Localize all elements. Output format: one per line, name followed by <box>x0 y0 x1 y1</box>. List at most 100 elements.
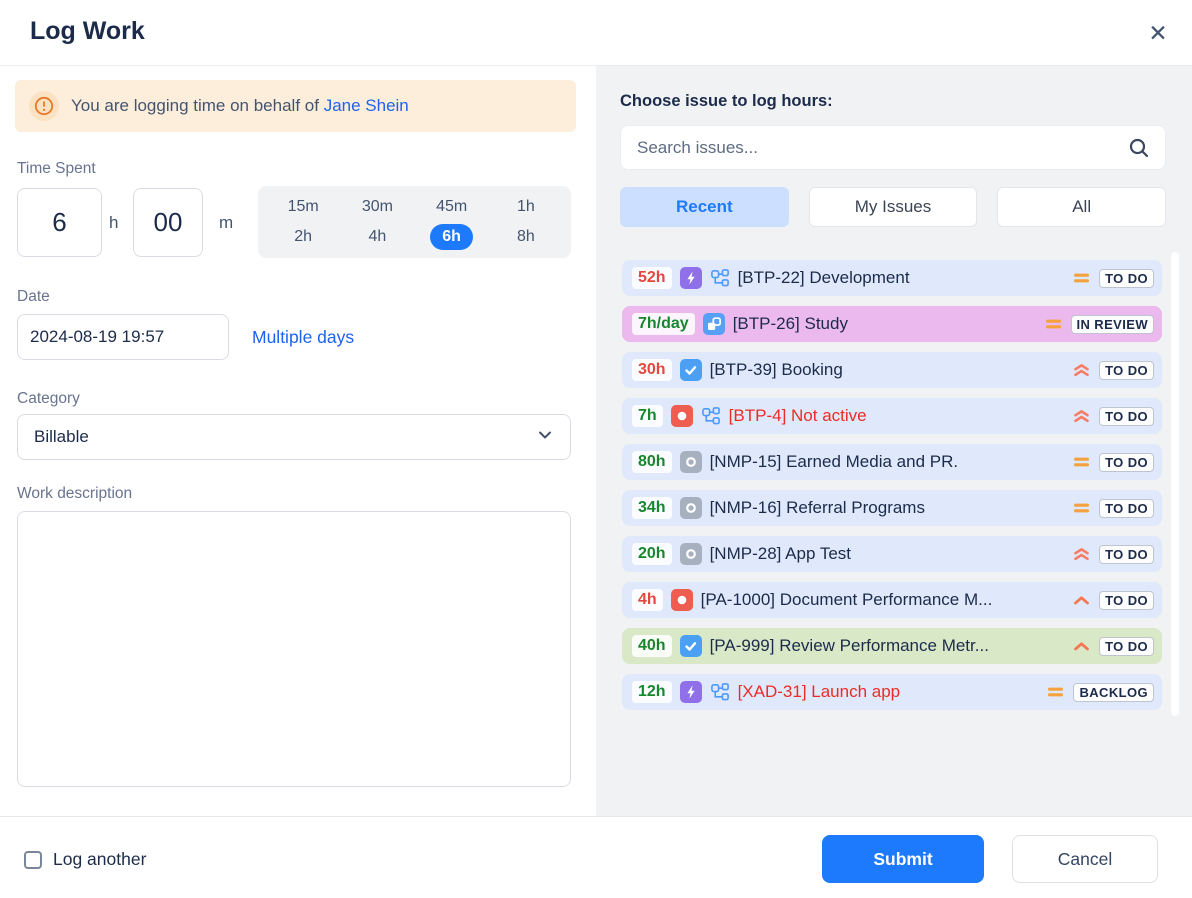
search-input[interactable] <box>620 125 1166 170</box>
warning-icon <box>29 91 59 121</box>
multiple-days-link[interactable]: Multiple days <box>252 327 354 348</box>
issue-title: [BTP-26] Study <box>733 314 1036 334</box>
epic-type-icon <box>680 681 702 703</box>
priority-high-icon <box>1072 637 1091 655</box>
tab-my-issues[interactable]: My Issues <box>809 187 978 227</box>
logged-hours-badge: 52h <box>632 267 672 289</box>
work-description-input[interactable] <box>17 511 571 787</box>
log-another-toggle[interactable]: Log another <box>24 849 146 870</box>
logged-hours-badge: 7h <box>632 405 663 427</box>
submit-button[interactable]: Submit <box>822 835 984 883</box>
issue-list: 52h [BTP-22] Development TO DO 7h/day [BTP-2… <box>622 260 1162 710</box>
priority-highest-icon <box>1072 361 1091 379</box>
logged-hours-badge: 20h <box>632 543 672 565</box>
issue-row[interactable]: 34h[NMP-16] Referral ProgramsTO DO <box>622 490 1162 526</box>
logged-hours-badge: 80h <box>632 451 672 473</box>
cancel-button[interactable]: Cancel <box>1012 835 1158 883</box>
log-another-label: Log another <box>53 849 146 870</box>
status-badge: IN REVIEW <box>1071 315 1155 334</box>
issue-row[interactable]: 40h [PA-999] Review Performance Metr... TO… <box>622 628 1162 664</box>
priority-highest-icon <box>1072 407 1091 425</box>
priority-medium-icon <box>1044 315 1063 333</box>
issue-picker-panel: Choose issue to log hours: Recent My Issu… <box>596 66 1192 816</box>
date-label: Date <box>17 288 50 306</box>
page-title: Log Work <box>30 17 145 46</box>
category-select[interactable]: Billable <box>17 414 571 460</box>
issue-row[interactable]: 30h[BTP-39] BookingTO DO <box>622 352 1162 388</box>
generic-type-icon <box>680 451 702 473</box>
status-badge: TO DO <box>1099 591 1154 610</box>
logged-hours-badge: 34h <box>632 497 672 519</box>
preset-15m[interactable]: 15m <box>276 194 331 220</box>
logged-hours-badge: 4h <box>632 589 663 611</box>
status-badge: TO DO <box>1099 361 1154 380</box>
time-spent-label: Time Spent <box>17 160 96 178</box>
issue-row[interactable]: 4h[PA-1000] Document Performance M...TO … <box>622 582 1162 618</box>
issue-row[interactable]: 52h [BTP-22] Development TO DO <box>622 260 1162 296</box>
scrollbar[interactable] <box>1171 252 1179 716</box>
copy-type-icon <box>703 313 725 335</box>
behalf-user-link[interactable]: Jane Shein <box>324 96 409 115</box>
close-button[interactable]: ✕ <box>1144 19 1172 47</box>
preset-4h[interactable]: 4h <box>356 224 398 250</box>
log-form-panel: You are logging time on behalf of Jane S… <box>0 66 596 816</box>
preset-6h[interactable]: 6h <box>430 224 473 250</box>
status-badge: BACKLOG <box>1073 683 1154 702</box>
choose-issue-heading: Choose issue to log hours: <box>620 92 833 111</box>
issue-title: [BTP-39] Booking <box>710 360 1064 380</box>
time-presets: 15m 30m 45m 1h 2h 4h 6h 8h <box>258 186 571 258</box>
issue-title: [NMP-28] App Test <box>710 544 1064 564</box>
status-badge: TO DO <box>1099 637 1154 656</box>
priority-highest-icon <box>1072 545 1091 563</box>
status-badge: TO DO <box>1099 407 1154 426</box>
date-input[interactable] <box>17 314 229 360</box>
logged-hours-badge: 12h <box>632 681 672 703</box>
status-badge: TO DO <box>1099 269 1154 288</box>
hours-unit-label: h <box>109 213 118 233</box>
search-icon[interactable] <box>1126 135 1152 166</box>
generic-type-icon <box>680 497 702 519</box>
issue-title: [BTP-22] Development <box>738 268 1064 288</box>
behalf-warning-banner: You are logging time on behalf of Jane S… <box>15 80 576 132</box>
chevron-down-icon <box>536 426 554 449</box>
minutes-input[interactable] <box>133 188 203 257</box>
issue-search <box>620 125 1166 170</box>
priority-medium-icon <box>1072 269 1091 287</box>
work-description-label: Work description <box>17 485 132 503</box>
issue-title: [NMP-15] Earned Media and PR. <box>710 452 1064 472</box>
category-value: Billable <box>34 427 536 447</box>
priority-medium-icon <box>1072 453 1091 471</box>
issue-title: [PA-999] Review Performance Metr... <box>710 636 1064 656</box>
priority-high-icon <box>1072 591 1091 609</box>
priority-medium-icon <box>1072 499 1091 517</box>
logged-hours-badge: 7h/day <box>632 313 695 335</box>
preset-45m[interactable]: 45m <box>424 194 479 220</box>
hours-input[interactable] <box>17 188 102 257</box>
status-badge: TO DO <box>1099 453 1154 472</box>
tab-recent[interactable]: Recent <box>620 187 789 227</box>
tab-all[interactable]: All <box>997 187 1166 227</box>
log-another-checkbox[interactable] <box>24 851 42 869</box>
issue-row[interactable]: 80h [NMP-15] Earned Media and PR. TO DO <box>622 444 1162 480</box>
preset-8h[interactable]: 8h <box>505 224 547 250</box>
issue-row[interactable]: 7h[BTP-4] Not activeTO DO <box>622 398 1162 434</box>
subtasks-icon <box>710 268 730 288</box>
log-work-dialog: Log Work ✕ You are logging time on behal… <box>0 0 1192 898</box>
issue-tabs: Recent My Issues All <box>620 187 1166 227</box>
bug-type-icon <box>671 405 693 427</box>
preset-30m[interactable]: 30m <box>350 194 405 220</box>
dialog-header: Log Work ✕ <box>0 0 1192 66</box>
category-label: Category <box>17 390 80 408</box>
task-type-icon <box>680 359 702 381</box>
preset-2h[interactable]: 2h <box>282 224 324 250</box>
issue-row[interactable]: 12h[XAD-31] Launch appBACKLOG <box>622 674 1162 710</box>
dialog-footer: Log another Submit Cancel <box>0 816 1192 898</box>
subtasks-icon <box>701 406 721 426</box>
priority-medium-icon <box>1046 683 1065 701</box>
logged-hours-badge: 40h <box>632 635 672 657</box>
issue-row[interactable]: 7h/day [BTP-26] Study IN REVIEW <box>622 306 1162 342</box>
task-type-icon <box>680 635 702 657</box>
issue-row[interactable]: 20h[NMP-28] App TestTO DO <box>622 536 1162 572</box>
behalf-text: You are logging time on behalf of Jane S… <box>71 96 409 116</box>
preset-1h[interactable]: 1h <box>505 194 547 220</box>
